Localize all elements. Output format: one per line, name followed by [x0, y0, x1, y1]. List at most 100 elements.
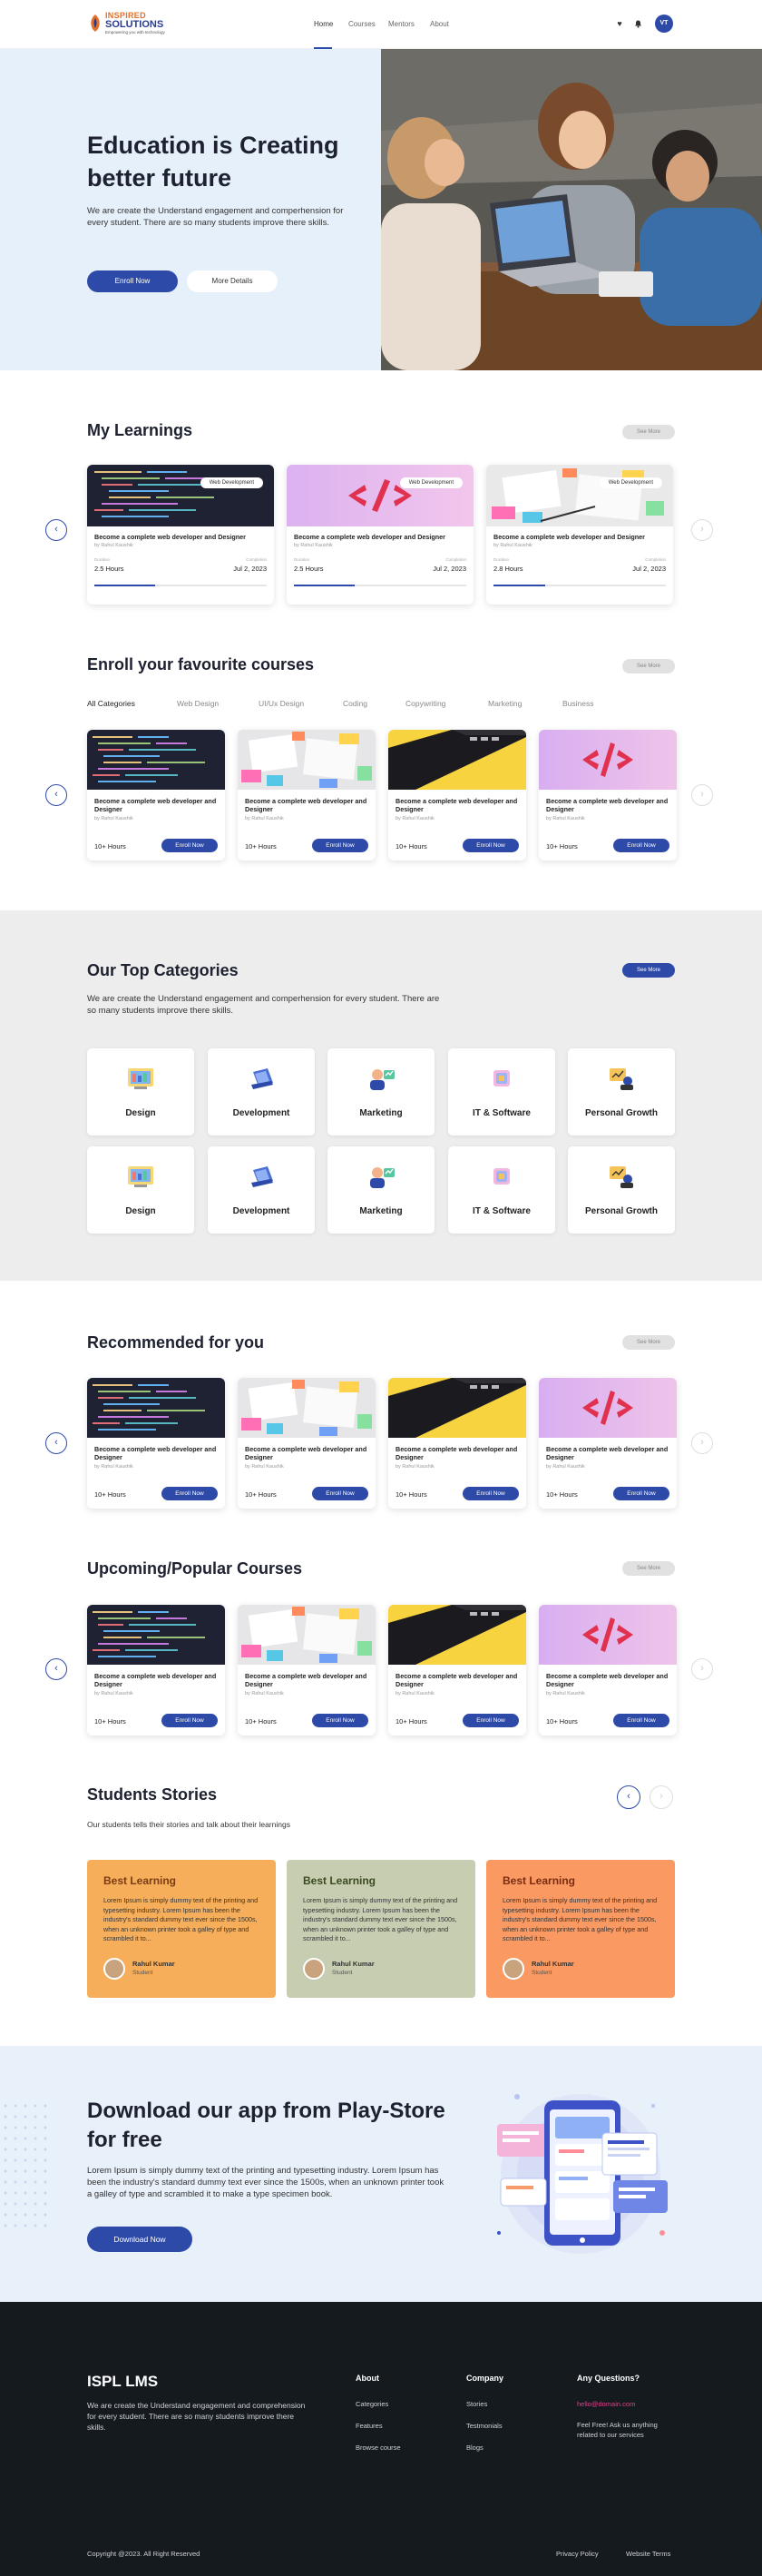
user-avatar[interactable]: VT [655, 15, 673, 33]
course-thumbnail-code [87, 1605, 225, 1665]
course-card[interactable]: Become a complete web developer and Desi… [388, 730, 526, 860]
course-title: Become a complete web developer and Desi… [546, 1672, 669, 1688]
footer-description: We are create the Understand engagement … [87, 2401, 306, 2432]
tab-coding[interactable]: Coding [343, 699, 367, 708]
course-card[interactable]: Become a complete web developer and Desi… [87, 1378, 225, 1509]
enroll-now-button[interactable]: Enroll Now [312, 1487, 368, 1500]
footer-terms-link[interactable]: Website Terms [626, 2550, 670, 2558]
upcoming-see-more-button[interactable]: See More [622, 1561, 675, 1576]
course-card[interactable]: Become a complete web developer and Desi… [539, 1378, 677, 1509]
learning-card[interactable]: Web Development Become a complete web de… [287, 465, 474, 605]
enroll-now-button[interactable]: Enroll Now [463, 1487, 519, 1500]
category-card[interactable]: Marketing [327, 1048, 435, 1136]
course-card[interactable]: Become a complete web developer and Desi… [388, 1378, 526, 1509]
download-now-button[interactable]: Download Now [87, 2227, 192, 2252]
learning-card[interactable]: Web Development Become a complete web de… [87, 465, 274, 605]
course-author: by Rahul Kaushik [396, 1464, 435, 1470]
enroll-now-button[interactable]: Enroll Now [613, 1487, 669, 1500]
footer-link-browse-course[interactable]: Browse course [356, 2443, 401, 2452]
course-card[interactable]: Become a complete web developer and Desi… [388, 1605, 526, 1735]
recommended-next-arrow-icon[interactable]: › [691, 1432, 713, 1454]
tab-web-design[interactable]: Web Design [177, 699, 219, 708]
course-author: by Rahul Kaushik [546, 816, 585, 821]
enroll-now-button[interactable]: Enroll Now [613, 839, 669, 852]
recommended-see-more-button[interactable]: See More [622, 1335, 675, 1350]
footer-email-link[interactable]: hello@domain.com [577, 2400, 635, 2408]
category-card[interactable]: Personal Growth [568, 1048, 675, 1136]
enroll-next-arrow-icon[interactable]: › [691, 784, 713, 806]
design-icon [125, 1163, 156, 1190]
notification-bell-icon[interactable] [633, 19, 642, 28]
course-title: Become a complete web developer and Desi… [493, 533, 645, 541]
enroll-now-button[interactable]: Enroll Now [161, 839, 218, 852]
category-card[interactable]: Design [87, 1146, 194, 1234]
category-card[interactable]: IT & Software [448, 1048, 555, 1136]
course-card[interactable]: Become a complete web developer and Desi… [539, 1605, 677, 1735]
enroll-now-button[interactable]: Enroll Now [613, 1714, 669, 1727]
course-tag: Web Development [200, 477, 263, 488]
progress-bar [294, 585, 466, 586]
hero-more-details-button[interactable]: More Details [187, 270, 278, 292]
categories-see-more-button[interactable]: See More [622, 963, 675, 978]
course-card[interactable]: Become a complete web developer and Desi… [539, 730, 677, 860]
enroll-now-button[interactable]: Enroll Now [463, 839, 519, 852]
tab-business[interactable]: Business [562, 699, 594, 708]
brand-logo[interactable]: INSPIRED SOLUTIONS Empowering you with t… [87, 11, 196, 38]
enroll-see-more-button[interactable]: See More [622, 659, 675, 673]
app-subtitle: Lorem Ipsum is simply dummy text of the … [87, 2166, 444, 2199]
hero-enroll-button[interactable]: Enroll Now [87, 270, 178, 292]
course-hours: 10+ Hours [245, 1490, 277, 1499]
enroll-now-button[interactable]: Enroll Now [312, 839, 368, 852]
category-name: Marketing [359, 1206, 403, 1216]
course-card[interactable]: Become a complete web developer and Desi… [87, 1605, 225, 1735]
enroll-now-button[interactable]: Enroll Now [463, 1714, 519, 1727]
upcoming-prev-arrow-icon[interactable]: ‹ [45, 1658, 67, 1680]
course-card[interactable]: Become a complete web developer and Desi… [238, 1605, 376, 1735]
enroll-prev-arrow-icon[interactable]: ‹ [45, 784, 67, 806]
enroll-now-button[interactable]: Enroll Now [161, 1714, 218, 1727]
enroll-now-button[interactable]: Enroll Now [312, 1714, 368, 1727]
stories-next-arrow-icon[interactable]: › [650, 1785, 673, 1809]
footer-link-categories[interactable]: Categories [356, 2400, 388, 2408]
my-learnings-prev-arrow-icon[interactable]: ‹ [45, 519, 67, 541]
course-card[interactable]: Become a complete web developer and Desi… [238, 730, 376, 860]
stories-prev-arrow-icon[interactable]: ‹ [617, 1785, 640, 1809]
recommended-prev-arrow-icon[interactable]: ‹ [45, 1432, 67, 1454]
category-card[interactable]: Development [208, 1048, 315, 1136]
category-card[interactable]: Design [87, 1048, 194, 1136]
category-card[interactable]: Marketing [327, 1146, 435, 1234]
category-card[interactable]: IT & Software [448, 1146, 555, 1234]
course-title: Become a complete web developer and Desi… [245, 797, 367, 813]
story-title: Best Learning [303, 1874, 376, 1887]
my-learnings-next-arrow-icon[interactable]: › [691, 519, 713, 541]
nav-mentors[interactable]: Mentors [388, 20, 415, 28]
category-card[interactable]: Personal Growth [568, 1146, 675, 1234]
footer-link-blogs[interactable]: Blogs [466, 2443, 484, 2452]
footer-link-stories[interactable]: Stories [466, 2400, 487, 2408]
tab-all-categories[interactable]: All Categories [87, 699, 135, 708]
nav-courses[interactable]: Courses [348, 20, 376, 28]
tab-marketing[interactable]: Marketing [488, 699, 522, 708]
tab-copywriting[interactable]: Copywriting [405, 699, 445, 708]
nav-about[interactable]: About [430, 20, 449, 28]
learning-card[interactable]: Web Development Become a complete web de… [486, 465, 673, 605]
upcoming-next-arrow-icon[interactable]: › [691, 1658, 713, 1680]
footer-privacy-link[interactable]: Privacy Policy [556, 2550, 599, 2558]
course-title: Become a complete web developer and Desi… [546, 1445, 669, 1461]
footer-link-testmonials[interactable]: Testmonials [466, 2422, 503, 2430]
course-duration: 2.8 Hours [493, 565, 523, 573]
footer-link-features[interactable]: Features [356, 2422, 383, 2430]
nav-home[interactable]: Home [314, 20, 333, 28]
tab-ui-ux-design[interactable]: UI/Ux Design [259, 699, 304, 708]
course-hours: 10+ Hours [396, 842, 427, 850]
course-thumbnail-sketch [238, 730, 376, 790]
course-author: by Rahul Kaushik [546, 1691, 585, 1696]
story-title: Best Learning [503, 1874, 576, 1887]
course-card[interactable]: Become a complete web developer and Desi… [238, 1378, 376, 1509]
course-card[interactable]: Become a complete web developer and Desi… [87, 730, 225, 860]
category-card[interactable]: Development [208, 1146, 315, 1234]
heart-icon[interactable]: ♥ [615, 19, 624, 28]
my-learnings-see-more-button[interactable]: See More [622, 425, 675, 439]
enroll-now-button[interactable]: Enroll Now [161, 1487, 218, 1500]
footer-brand: ISPL LMS [87, 2373, 159, 2390]
